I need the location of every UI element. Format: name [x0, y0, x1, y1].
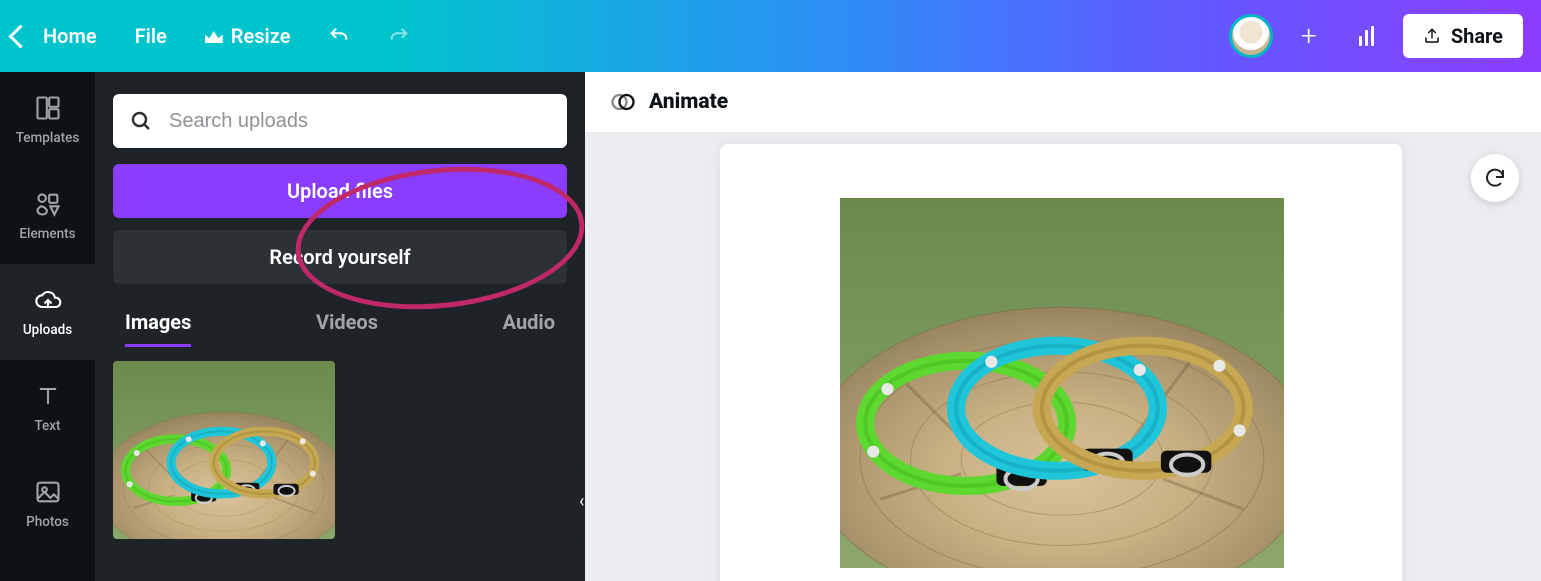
redo-button[interactable] — [388, 25, 410, 47]
thumbnail-image — [113, 361, 335, 539]
refresh-icon — [1483, 166, 1507, 190]
bar-chart-icon — [1359, 26, 1374, 46]
home-label: Home — [43, 24, 97, 48]
tab-audio[interactable]: Audio — [503, 310, 555, 347]
artboard-page[interactable] — [720, 144, 1402, 581]
record-yourself-label: Record yourself — [269, 245, 410, 269]
canvas-image — [840, 198, 1284, 568]
tab-videos[interactable]: Videos — [316, 310, 378, 347]
share-button[interactable]: Share — [1403, 14, 1523, 58]
file-label: File — [135, 24, 167, 48]
tab-images-label: Images — [125, 310, 191, 334]
nav-photos[interactable]: Photos — [0, 456, 95, 552]
crown-icon — [205, 29, 223, 43]
left-nav: Templates Elements Uploads Text Photos — [0, 72, 95, 581]
uploads-panel: Upload files Record yourself Images Vide… — [95, 72, 585, 581]
redo-icon — [388, 25, 410, 47]
chevron-left-icon — [8, 24, 32, 48]
file-menu[interactable]: File — [135, 24, 167, 48]
plus-icon: + — [1301, 22, 1317, 50]
tab-audio-label: Audio — [503, 310, 555, 334]
share-label: Share — [1451, 24, 1503, 48]
tab-images[interactable]: Images — [125, 310, 191, 347]
search-input[interactable] — [167, 109, 551, 134]
search-uploads[interactable] — [113, 94, 567, 148]
templates-icon — [34, 94, 62, 122]
refresh-button[interactable] — [1471, 154, 1519, 202]
nav-uploads[interactable]: Uploads — [0, 264, 95, 360]
resize-label: Resize — [231, 24, 291, 48]
undo-button[interactable] — [328, 25, 350, 47]
upload-thumbnail[interactable] — [113, 361, 335, 539]
animate-button[interactable]: Animate — [649, 90, 728, 114]
insights-button[interactable] — [1345, 14, 1389, 58]
avatar[interactable] — [1229, 14, 1273, 58]
tab-videos-label: Videos — [316, 310, 378, 334]
text-icon — [34, 382, 62, 410]
canvas-area: Animate — [585, 72, 1541, 581]
upload-files-label: Upload files — [287, 179, 393, 203]
nav-elements[interactable]: Elements — [0, 168, 95, 264]
placed-image[interactable] — [840, 198, 1284, 568]
photos-icon — [34, 478, 62, 506]
nav-templates[interactable]: Templates — [0, 72, 95, 168]
share-icon — [1423, 27, 1441, 45]
record-yourself-button[interactable]: Record yourself — [113, 230, 567, 284]
add-button[interactable]: + — [1287, 14, 1331, 58]
nav-uploads-label: Uploads — [23, 322, 72, 338]
animate-icon — [609, 88, 637, 116]
nav-elements-label: Elements — [19, 226, 75, 242]
uploads-icon — [34, 286, 62, 314]
nav-text[interactable]: Text — [0, 360, 95, 456]
upload-files-button[interactable]: Upload files — [113, 164, 567, 218]
upload-tabs: Images Videos Audio — [113, 310, 567, 347]
undo-icon — [328, 25, 350, 47]
resize-menu[interactable]: Resize — [205, 24, 291, 48]
canvas-toolbar: Animate — [585, 72, 1541, 132]
nav-templates-label: Templates — [16, 130, 80, 146]
home-button[interactable]: Home — [12, 24, 97, 48]
nav-photos-label: Photos — [26, 514, 69, 530]
app-header: Home File Resize + Share — [0, 0, 1541, 72]
elements-icon — [34, 190, 62, 218]
nav-text-label: Text — [34, 418, 60, 434]
search-icon — [129, 109, 153, 133]
